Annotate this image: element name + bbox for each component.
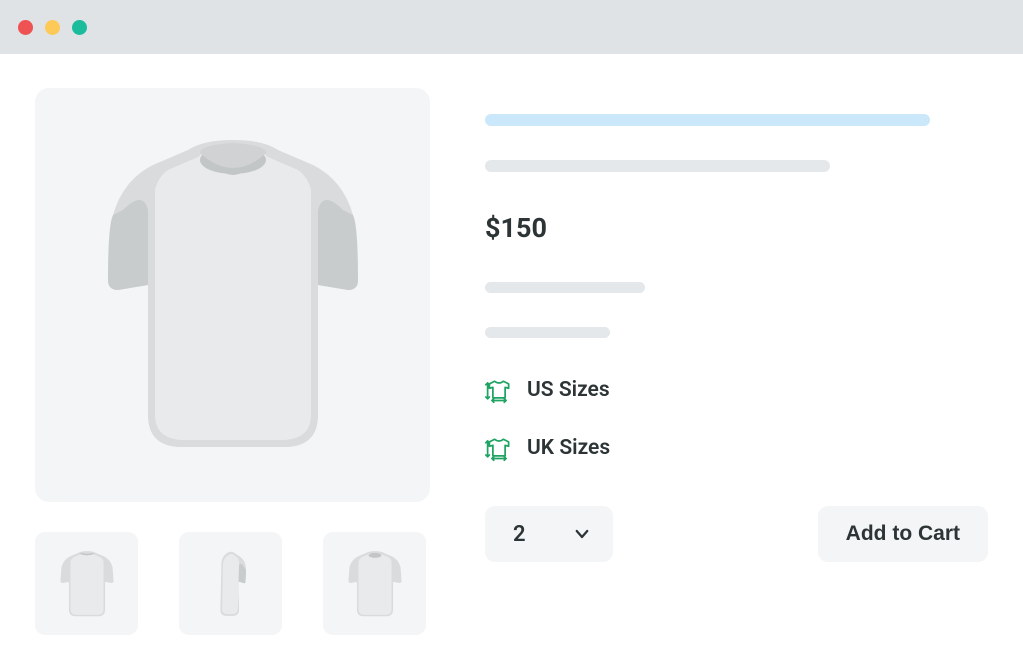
product-page: $150 US Sizes: [0, 54, 1023, 635]
window-titlebar: [0, 0, 1023, 54]
zoom-traffic-light[interactable]: [72, 20, 87, 35]
purchase-actions: 2 Add to Cart: [485, 506, 988, 562]
uk-sizes-label: UK Sizes: [527, 436, 610, 460]
tshirt-front-small-icon: [347, 550, 403, 618]
chevron-down-icon: [573, 525, 591, 543]
tshirt-back-icon: [59, 550, 115, 618]
placeholder-title: [485, 114, 930, 126]
close-traffic-light[interactable]: [18, 20, 33, 35]
size-tshirt-icon: [485, 434, 513, 462]
tshirt-front-icon: [103, 135, 363, 455]
placeholder-subtitle: [485, 160, 830, 172]
us-sizes-option[interactable]: US Sizes: [485, 376, 988, 404]
tshirt-side-icon: [203, 550, 259, 618]
product-main-image[interactable]: [35, 88, 430, 502]
quantity-value: 2: [513, 522, 526, 547]
add-to-cart-button[interactable]: Add to Cart: [818, 506, 988, 562]
uk-sizes-option[interactable]: UK Sizes: [485, 434, 988, 462]
product-thumbnails: [35, 532, 430, 635]
us-sizes-label: US Sizes: [527, 378, 610, 402]
product-price: $150: [485, 212, 988, 244]
placeholder-desc-1: [485, 282, 645, 293]
product-gallery: [35, 88, 430, 635]
thumbnail-front[interactable]: [323, 532, 426, 635]
thumbnail-back[interactable]: [35, 532, 138, 635]
minimize-traffic-light[interactable]: [45, 20, 60, 35]
placeholder-desc-2: [485, 327, 610, 338]
thumbnail-side[interactable]: [179, 532, 282, 635]
size-tshirt-icon: [485, 376, 513, 404]
product-details: $150 US Sizes: [485, 88, 988, 635]
quantity-selector[interactable]: 2: [485, 506, 613, 562]
